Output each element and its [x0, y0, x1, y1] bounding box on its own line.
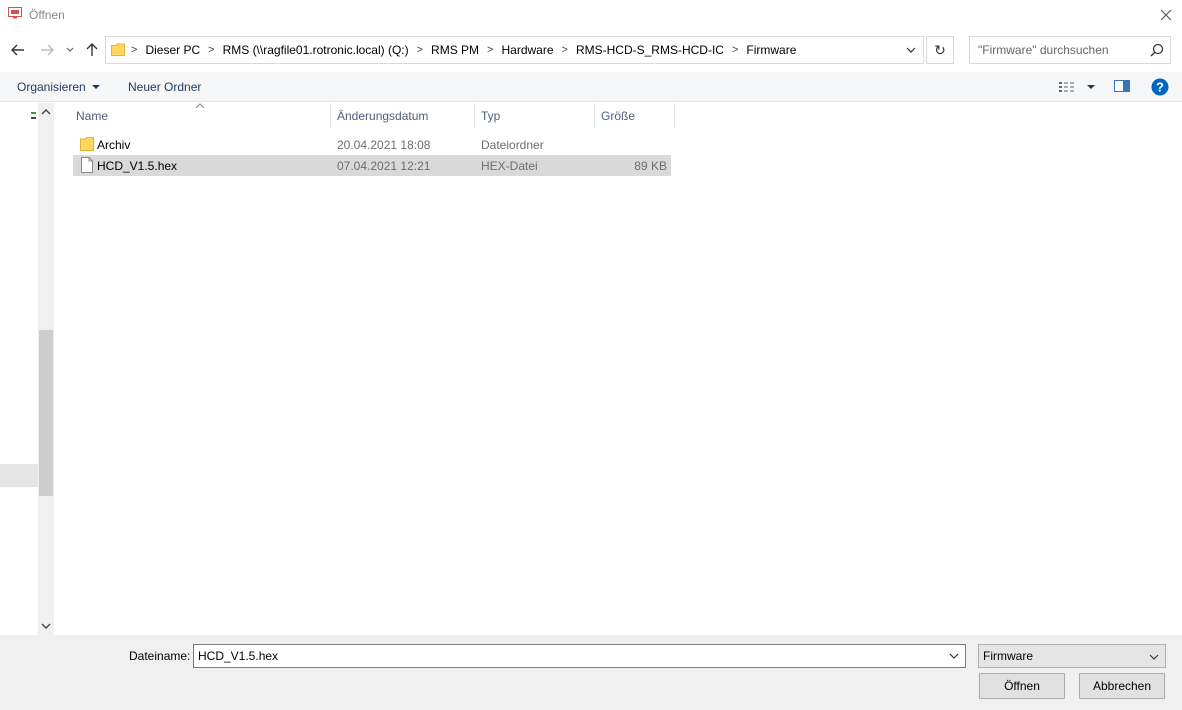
caret-down-icon [1087, 85, 1095, 89]
breadcrumb-item-hardware[interactable]: Hardware [496, 43, 558, 57]
help-icon: ? [1151, 78, 1169, 96]
close-icon [1160, 9, 1172, 21]
breadcrumb-separator-icon: > [487, 44, 494, 56]
filename-label: Dateiname: [129, 649, 191, 663]
file-type: HEX-Datei [481, 158, 538, 173]
chevron-down-icon [949, 653, 959, 659]
file-name: HCD_V1.5.hex [97, 158, 178, 173]
folder-icon [80, 137, 94, 151]
file-icon [81, 157, 93, 173]
column-header-date-label: Änderungsdatum [337, 108, 429, 123]
back-button[interactable] [7, 39, 29, 61]
breadcrumb-item-firmware[interactable]: Firmware [741, 43, 801, 57]
navigation-scrollbar-thumb[interactable] [39, 330, 53, 496]
new-folder-label: Neuer Ordner [128, 80, 202, 94]
address-bar[interactable]: > Dieser PC > RMS (\\ragfile01.rotronic.… [105, 36, 924, 64]
column-header-type-label: Typ [481, 108, 501, 123]
navigation-selected-item[interactable] [0, 464, 38, 487]
new-folder-button[interactable]: Neuer Ordner [128, 80, 201, 94]
chevron-down-icon [1149, 654, 1159, 660]
forward-button[interactable] [36, 39, 58, 61]
details-view-icon [1059, 82, 1074, 92]
file-row-selected[interactable]: HCD_V1.5.hex 07.04.2021 12:21 HEX-Datei … [73, 155, 671, 176]
breadcrumb-item-rms-drive[interactable]: RMS (\\ragfile01.rotronic.local) (Q:) [218, 43, 414, 57]
folder-icon [111, 43, 125, 56]
arrow-up-icon [86, 43, 98, 56]
preview-pane-icon [1114, 80, 1130, 92]
arrow-right-icon [41, 44, 54, 56]
column-header-name-label: Name [76, 108, 109, 123]
column-header-size-label: Größe [601, 108, 636, 123]
refresh-icon: ↻ [934, 41, 946, 58]
breadcrumb-separator-icon: > [416, 44, 424, 56]
chevron-down-icon [906, 47, 916, 53]
help-button[interactable]: ? [1151, 78, 1169, 96]
close-button[interactable] [1150, 0, 1182, 30]
arrow-left-icon [11, 44, 24, 56]
window-title: Öffnen [29, 8, 65, 22]
search-icon [1150, 43, 1164, 57]
search-input[interactable] [978, 41, 1138, 59]
scroll-up-icon[interactable] [41, 108, 51, 116]
breadcrumb-separator-icon: > [561, 44, 568, 56]
caret-down-icon [91, 85, 100, 89]
organize-button[interactable]: Organisieren [17, 80, 100, 94]
breadcrumb-item-rms-pm[interactable]: RMS PM [426, 43, 484, 57]
file-row[interactable]: Archiv 20.04.2021 18:08 Dateiordner [73, 134, 671, 155]
address-dropdown-button[interactable] [900, 37, 922, 63]
organize-label: Organisieren [17, 80, 86, 94]
file-type-filter-value: Firmware [983, 649, 1033, 663]
recent-locations-button[interactable] [60, 39, 80, 61]
search-box[interactable] [969, 36, 1171, 64]
breadcrumb-separator-icon: > [208, 44, 215, 56]
preview-pane-button[interactable] [1114, 80, 1132, 94]
view-options-button[interactable] [1059, 80, 1099, 94]
chevron-down-icon [66, 47, 74, 52]
breadcrumb-separator-icon: > [731, 44, 739, 56]
column-header-size[interactable]: Größe [595, 103, 675, 128]
filename-combobox[interactable] [193, 644, 966, 668]
up-button[interactable] [81, 39, 103, 61]
refresh-button[interactable]: ↻ [926, 36, 954, 64]
file-size: 89 KB [634, 158, 667, 173]
cancel-button[interactable]: Abbrechen [1079, 673, 1165, 699]
network-status-icon [31, 112, 36, 119]
filename-dropdown-button[interactable] [945, 647, 963, 665]
title-bar: Öffnen [0, 0, 1182, 30]
file-type: Dateiordner [481, 137, 544, 152]
breadcrumb: > Dieser PC > RMS (\\ragfile01.rotronic.… [128, 37, 801, 63]
breadcrumb-separator-icon: > [131, 44, 138, 56]
column-header-date[interactable]: Änderungsdatum [331, 103, 475, 128]
file-type-filter-select[interactable]: Firmware [978, 644, 1166, 668]
command-toolbar: Organisieren Neuer Ordner ? [0, 72, 1182, 102]
app-icon [8, 7, 22, 19]
file-date: 20.04.2021 18:08 [337, 137, 431, 152]
scroll-down-icon[interactable] [41, 622, 51, 630]
open-button[interactable]: Öffnen [979, 673, 1065, 699]
file-date: 07.04.2021 12:21 [337, 158, 431, 173]
column-header-name[interactable]: Name [70, 103, 331, 128]
filename-input[interactable] [198, 648, 938, 664]
file-name: Archiv [97, 137, 131, 152]
breadcrumb-item-dieser-pc[interactable]: Dieser PC [140, 43, 205, 57]
svg-text:?: ? [1156, 80, 1164, 95]
column-header-type[interactable]: Typ [475, 103, 595, 128]
breadcrumb-item-rms-hcd[interactable]: RMS-HCD-S_RMS-HCD-IC [571, 43, 729, 57]
